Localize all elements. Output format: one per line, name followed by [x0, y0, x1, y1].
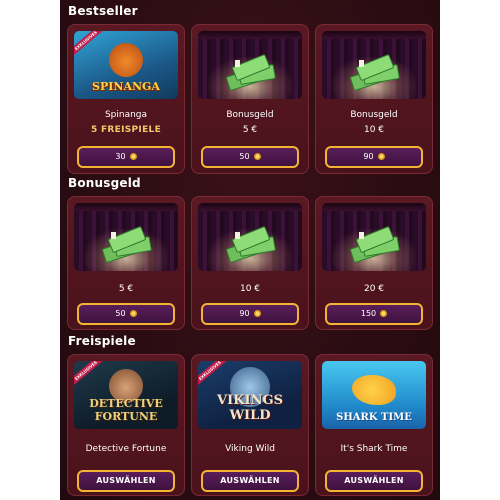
coin-icon	[129, 153, 137, 160]
coin-icon	[253, 153, 261, 160]
exclusive-ribbon: EXKLUSIVES	[74, 31, 107, 59]
buy-button[interactable]: 50	[201, 146, 299, 168]
price-label: 50	[239, 152, 250, 161]
bonusgeld-card-5[interactable]: 5 € 50	[67, 196, 185, 330]
game-thumbnail[interactable]: SPINANGA EXKLUSIVES	[74, 31, 178, 99]
buy-button[interactable]: 50	[77, 303, 175, 325]
game-thumbnail[interactable]: SHARK TIME	[322, 361, 426, 429]
select-button[interactable]: AUSWÄHLEN	[201, 470, 299, 492]
bonus-value: 10 €	[239, 284, 261, 294]
card-title: Bonusgeld	[350, 110, 398, 120]
coin-icon	[380, 310, 388, 317]
bestseller-card-bonusgeld-5[interactable]: Bonusgeld 5 € 50	[191, 24, 309, 174]
exclusive-ribbon: EXKLUSIVES	[74, 361, 107, 389]
card-title: Viking Wild	[225, 444, 275, 454]
exclusive-ribbon: EXKLUSIVES	[198, 361, 231, 389]
freispiele-card-shark-time[interactable]: SHARK TIME It's Shark Time AUSWÄHLEN	[315, 354, 433, 496]
bonus-thumbnail	[322, 31, 426, 99]
bonus-value: 5 €	[118, 284, 134, 294]
page-margin-right	[440, 0, 500, 500]
page-margin-left	[0, 0, 60, 500]
money-stack-icon	[223, 225, 277, 264]
card-title: Detective Fortune	[85, 444, 167, 454]
buy-button[interactable]: 30	[77, 146, 175, 168]
card-title: Spinanga	[104, 110, 148, 120]
game-logo: DETECTIVE FORTUNE	[89, 397, 163, 423]
price-label: 30	[115, 152, 126, 161]
game-thumbnail[interactable]: DETECTIVE FORTUNE EXKLUSIVES	[74, 361, 178, 429]
section-title-bonusgeld: Bonusgeld	[68, 176, 141, 190]
buy-button[interactable]: 90	[201, 303, 299, 325]
price-label: 90	[239, 309, 250, 318]
bonus-thumbnail	[198, 203, 302, 271]
bonus-thumbnail	[322, 203, 426, 271]
section-title-freispiele: Freispiele	[68, 334, 136, 348]
price-label: 150	[360, 309, 377, 318]
game-logo: SHARK TIME	[336, 412, 412, 423]
coin-icon	[377, 153, 385, 160]
freispiele-card-detective-fortune[interactable]: DETECTIVE FORTUNE EXKLUSIVES Detective F…	[67, 354, 185, 496]
card-subtitle: 10 €	[363, 125, 385, 135]
shop-panel: Bestseller SPINANGA EXKLUSIVES Spinanga …	[60, 0, 440, 500]
buy-button[interactable]: 150	[325, 303, 423, 325]
freispiele-card-viking-wild[interactable]: VIKINGS WILD EXKLUSIVES Viking Wild AUSW…	[191, 354, 309, 496]
card-subtitle: 5 €	[242, 125, 258, 135]
money-stack-icon	[223, 53, 277, 92]
game-thumbnail[interactable]: VIKINGS WILD EXKLUSIVES	[198, 361, 302, 429]
card-title: Bonusgeld	[226, 110, 274, 120]
game-logo: VIKINGS WILD	[217, 393, 283, 423]
price-label: 90	[363, 152, 374, 161]
card-subtitle: 5 FREISPIELE	[90, 125, 162, 135]
select-button[interactable]: AUSWÄHLEN	[325, 470, 423, 492]
price-label: 50	[115, 309, 126, 318]
shark-icon	[352, 375, 396, 405]
section-title-bestseller: Bestseller	[68, 4, 138, 18]
bonus-thumbnail	[198, 31, 302, 99]
money-stack-icon	[347, 225, 401, 264]
bestseller-card-spinanga[interactable]: SPINANGA EXKLUSIVES Spinanga 5 FREISPIEL…	[67, 24, 185, 174]
coin-icon	[253, 310, 261, 317]
tiger-icon	[109, 43, 143, 77]
select-button[interactable]: AUSWÄHLEN	[77, 470, 175, 492]
money-stack-icon	[99, 225, 153, 264]
card-title: It's Shark Time	[340, 444, 408, 454]
money-stack-icon	[347, 53, 401, 92]
buy-button[interactable]: 90	[325, 146, 423, 168]
bonusgeld-card-20[interactable]: 20 € 150	[315, 196, 433, 330]
coin-icon	[129, 310, 137, 317]
bonus-thumbnail	[74, 203, 178, 271]
game-logo: SPINANGA	[92, 80, 160, 93]
bestseller-card-bonusgeld-10[interactable]: Bonusgeld 10 € 90	[315, 24, 433, 174]
bonusgeld-card-10[interactable]: 10 € 90	[191, 196, 309, 330]
bonus-value: 20 €	[363, 284, 385, 294]
